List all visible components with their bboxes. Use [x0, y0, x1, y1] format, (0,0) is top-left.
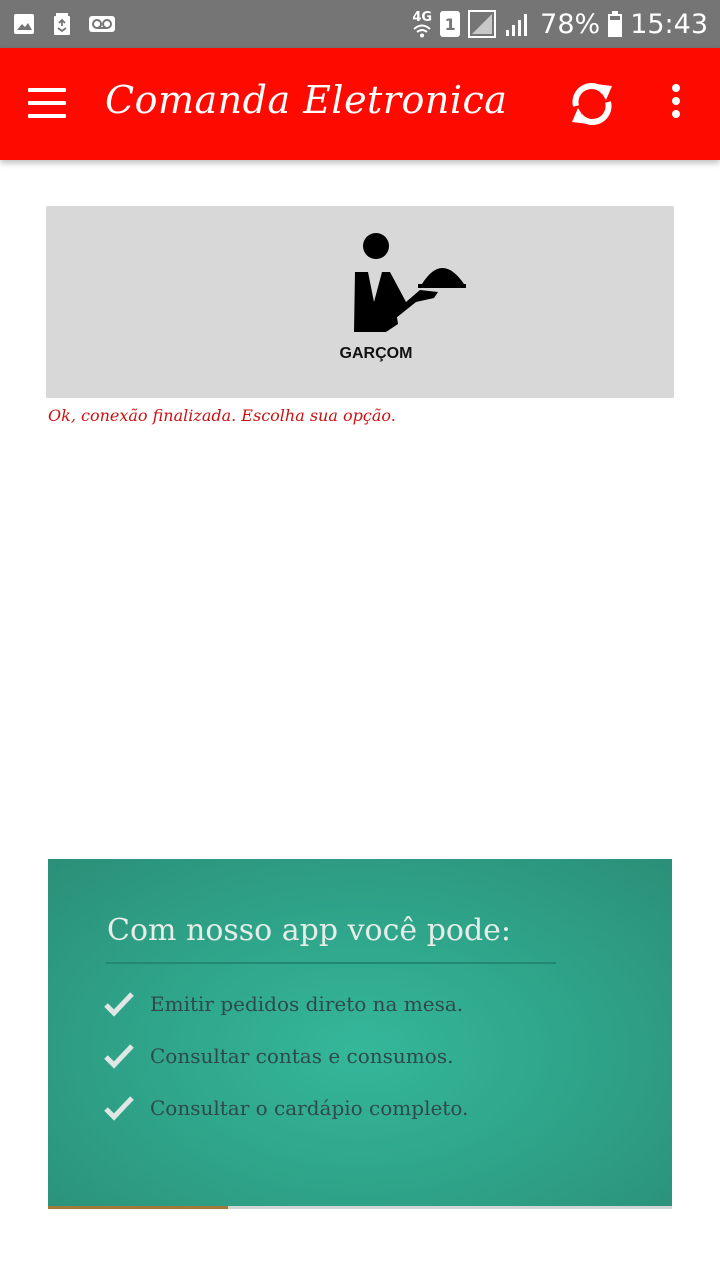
check-icon	[104, 1095, 134, 1121]
signal-icon	[468, 10, 497, 38]
app-title: Comanda Eletronica	[105, 78, 508, 122]
system-icons: 4G 1 78% 15:43	[412, 9, 708, 40]
voicemail-icon	[88, 12, 116, 36]
hamburger-menu-icon[interactable]	[28, 88, 68, 120]
refresh-icon[interactable]	[566, 76, 618, 132]
sim-slot-badge: 1	[440, 11, 461, 37]
recycle-icon	[50, 12, 74, 36]
promo-item: Consultar o cardápio completo.	[104, 1095, 468, 1121]
wifi-icon	[412, 24, 432, 38]
waiter-option-button[interactable]: GARÇOM	[46, 206, 674, 398]
notification-icons	[12, 12, 116, 36]
promo-item-text: Consultar o cardápio completo.	[150, 1096, 469, 1120]
connection-status-message: Ok, conexão finalizada. Escolha sua opçã…	[48, 406, 396, 425]
battery-percent: 78%	[540, 8, 601, 40]
check-icon	[104, 1043, 134, 1069]
status-bar: 4G 1 78% 15:43	[0, 0, 720, 48]
promo-item-text: Emitir pedidos direto na mesa.	[150, 992, 464, 1016]
battery-icon	[608, 11, 623, 37]
promo-heading: Com nosso app você pode:	[107, 913, 512, 948]
clock: 15:43	[630, 8, 708, 40]
check-icon	[104, 991, 134, 1017]
promo-progress-bar	[48, 1206, 228, 1209]
network-type: 4G	[412, 11, 432, 38]
more-vert-icon[interactable]	[664, 84, 688, 124]
promo-item: Emitir pedidos direto na mesa.	[104, 991, 463, 1017]
promo-divider	[106, 962, 556, 964]
gallery-icon	[12, 12, 36, 36]
app-bar: Comanda Eletronica	[0, 48, 720, 160]
waiter-label: GARÇOM	[339, 345, 413, 362]
cell-signal-icon	[504, 10, 532, 38]
promo-item-text: Consultar contas e consumos.	[150, 1044, 454, 1068]
waiter-icon	[346, 228, 466, 340]
promo-item: Consultar contas e consumos.	[104, 1043, 453, 1069]
promo-banner: Com nosso app você pode: Emitir pedidos …	[48, 859, 672, 1209]
